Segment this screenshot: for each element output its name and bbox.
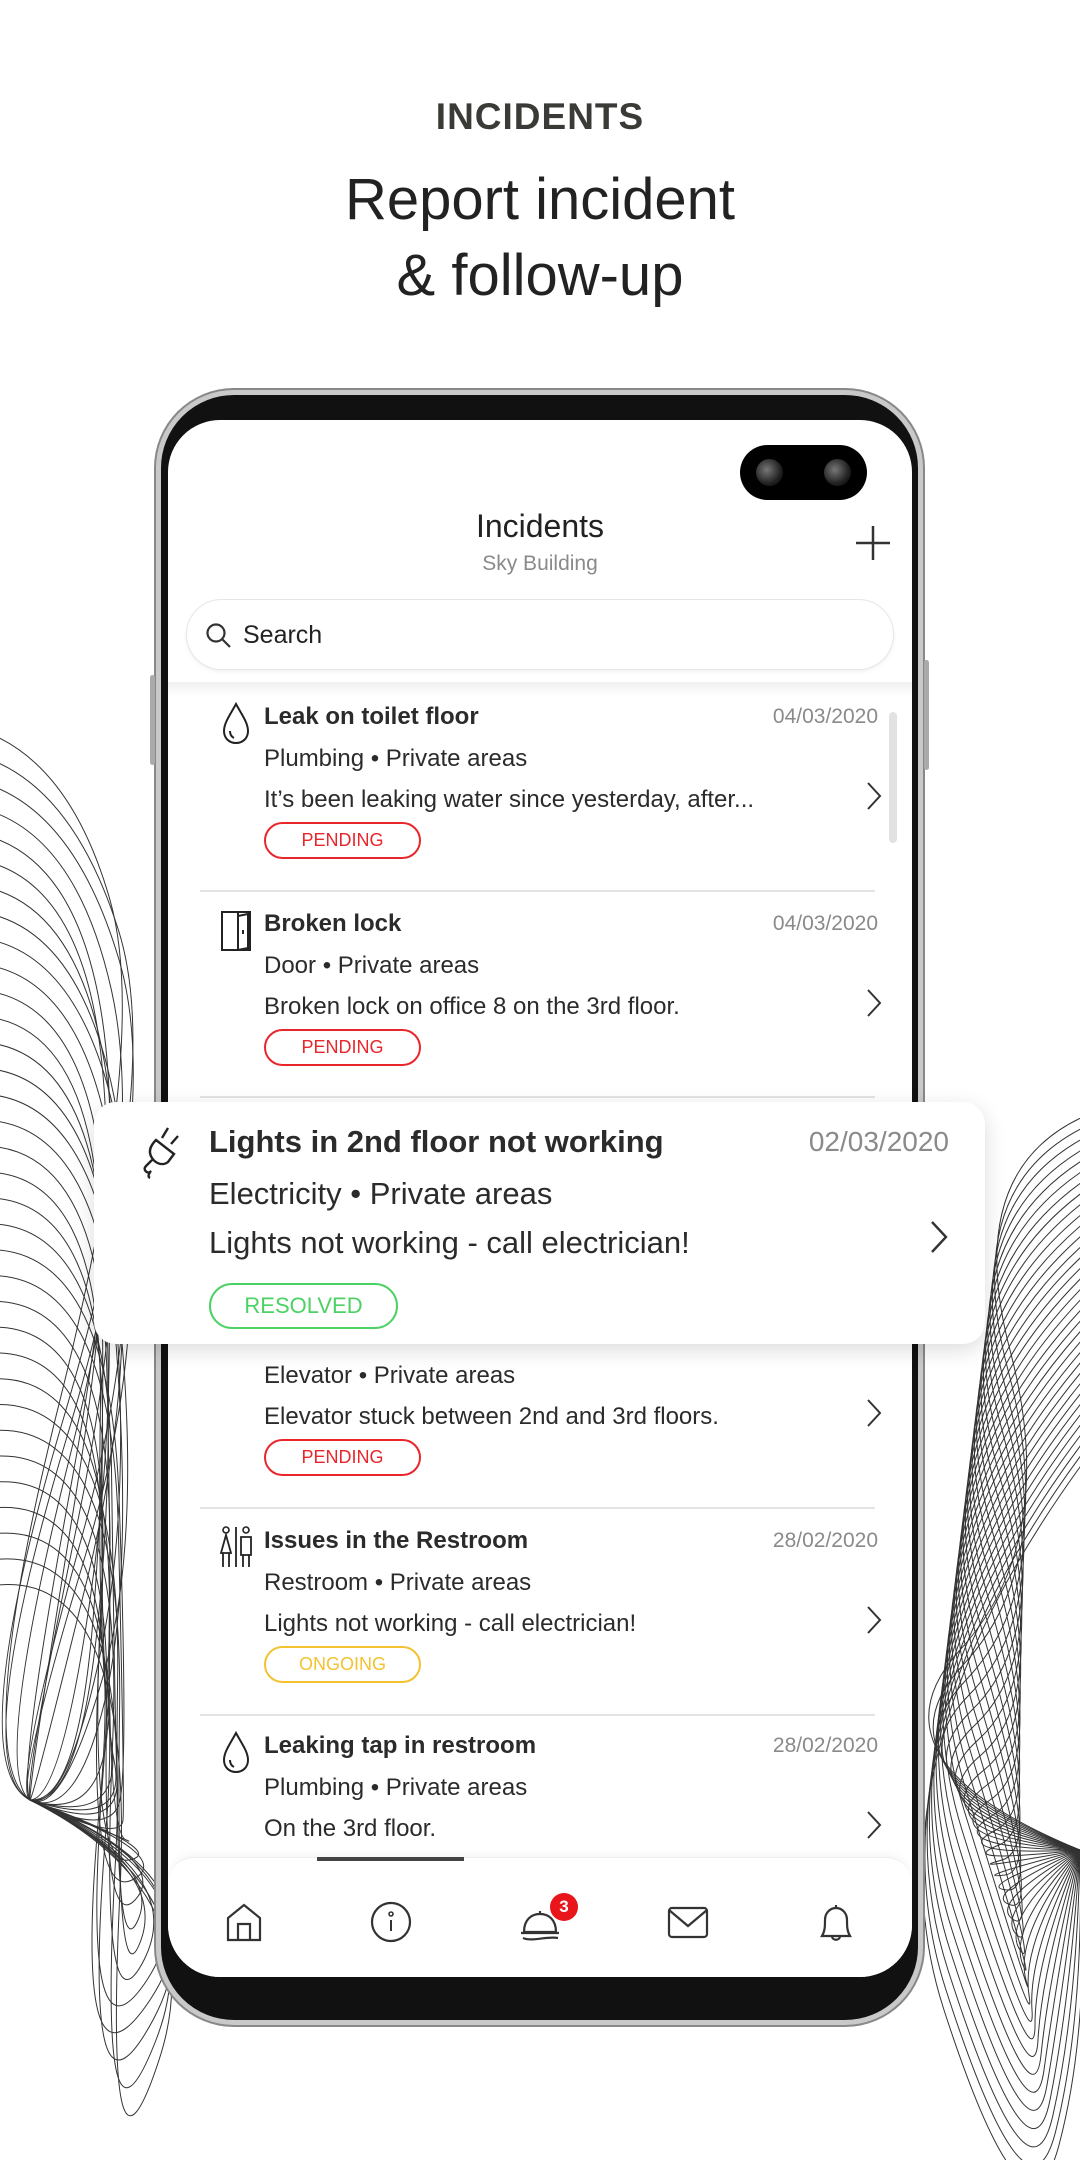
chevron-right-icon[interactable] (866, 1605, 882, 1635)
notifications-icon[interactable] (814, 1900, 858, 1944)
incident-category: Plumbing • Private areas (264, 745, 528, 772)
headline-line-2: & follow-up (396, 243, 684, 308)
chevron-right-icon[interactable] (929, 1219, 949, 1255)
phone-side-button (150, 675, 155, 765)
plug-icon (143, 1127, 179, 1180)
chevron-right-icon[interactable] (866, 1398, 882, 1428)
door-icon (221, 911, 251, 951)
wave-line (924, 1455, 1080, 2160)
incident-description: Lights not working - call electrician! (209, 1225, 690, 1260)
incidents-count-badge: 3 (550, 1893, 578, 1921)
status-badge: PENDING (264, 1029, 421, 1066)
plus-icon[interactable] (854, 524, 892, 562)
status-badge: ONGOING (264, 1646, 421, 1683)
divider (200, 1714, 875, 1716)
search-bar[interactable] (186, 599, 894, 670)
active-tab-indicator (317, 1857, 464, 1861)
camera-cutout (740, 445, 867, 500)
headline-line-1: Report incident (344, 167, 736, 232)
status-badge: RESOLVED (209, 1283, 398, 1329)
chevron-right-icon[interactable] (866, 781, 882, 811)
restroom-icon (219, 1526, 252, 1567)
incident-row[interactable]: Issues in the Restroom 28/02/2020 Restroom… (168, 1526, 912, 1727)
status-badge: PENDING (264, 1439, 421, 1476)
chevron-right-icon[interactable] (866, 1810, 882, 1840)
mail-icon[interactable] (666, 1900, 710, 1944)
wave-line (969, 1246, 1080, 1852)
incident-row[interactable]: Leak on toilet floor 04/03/2020 Plumbing •… (168, 701, 912, 903)
incident-row[interactable]: Elevator • Private areas Elevator stuck b… (168, 1305, 912, 1520)
incident-title: Leak on toilet floor (264, 703, 479, 730)
incident-category: Elevator • Private areas (264, 1362, 516, 1389)
incident-title: Lights in 2nd floor not working (209, 1124, 664, 1159)
incident-date: 04/03/2020 (772, 912, 878, 935)
wave-line (922, 1466, 1080, 2160)
incident-category: Door • Private areas (264, 952, 480, 979)
incident-category: Plumbing • Private areas (264, 1774, 528, 1801)
incident-description: On the 3rd floor. (264, 1815, 437, 1842)
info-icon[interactable] (369, 1900, 413, 1944)
incident-category: Restroom • Private areas (264, 1569, 532, 1596)
incident-description: Lights not working - call electrician! (264, 1610, 637, 1637)
incident-description: It’s been leaking water since yesterday,… (264, 786, 755, 813)
incident-row[interactable]: Broken lock 04/03/2020 Door • Private area… (168, 910, 912, 1110)
incident-title: Broken lock (264, 910, 402, 937)
incident-title: Leaking tap in restroom (264, 1732, 537, 1759)
water-drop-icon (222, 701, 250, 745)
water-drop-icon (222, 1730, 250, 1774)
home-icon[interactable] (222, 1900, 266, 1944)
wave-line (0, 1044, 109, 1801)
wave-line (931, 1424, 1080, 2111)
chevron-right-icon[interactable] (866, 988, 882, 1018)
list-top-shadow (168, 682, 912, 696)
promo-headline: Report incident & follow-up (0, 162, 1080, 314)
incident-date: 28/02/2020 (772, 1529, 878, 1552)
incident-date: 04/03/2020 (772, 705, 878, 728)
status-badge: PENDING (264, 822, 421, 859)
incident-title: Issues in the Restroom (264, 1527, 529, 1554)
incident-description: Broken lock on office 8 on the 3rd floor… (264, 993, 680, 1020)
building-subtitle: Sky Building (482, 552, 598, 575)
scrollbar[interactable] (889, 712, 897, 843)
divider (200, 1507, 875, 1509)
page-title: Incidents (475, 508, 605, 544)
search-input[interactable] (243, 614, 843, 656)
search-icon (206, 623, 231, 648)
incident-date: 28/02/2020 (772, 1734, 878, 1757)
highlighted-incident-card[interactable]: Lights in 2nd floor not working 02/03/20… (94, 1102, 985, 1344)
incident-category: Electricity • Private areas (209, 1176, 553, 1211)
phone-side-button (924, 660, 929, 770)
divider (200, 1096, 875, 1098)
wave-line (949, 1341, 1080, 1971)
divider (200, 890, 875, 892)
bottom-navigation: 3 (168, 1857, 912, 1977)
promo-kicker: INCIDENTS (435, 96, 645, 137)
incident-description: Elevator stuck between 2nd and 3rd floor… (264, 1403, 719, 1430)
incident-date: 02/03/2020 (808, 1126, 949, 1157)
